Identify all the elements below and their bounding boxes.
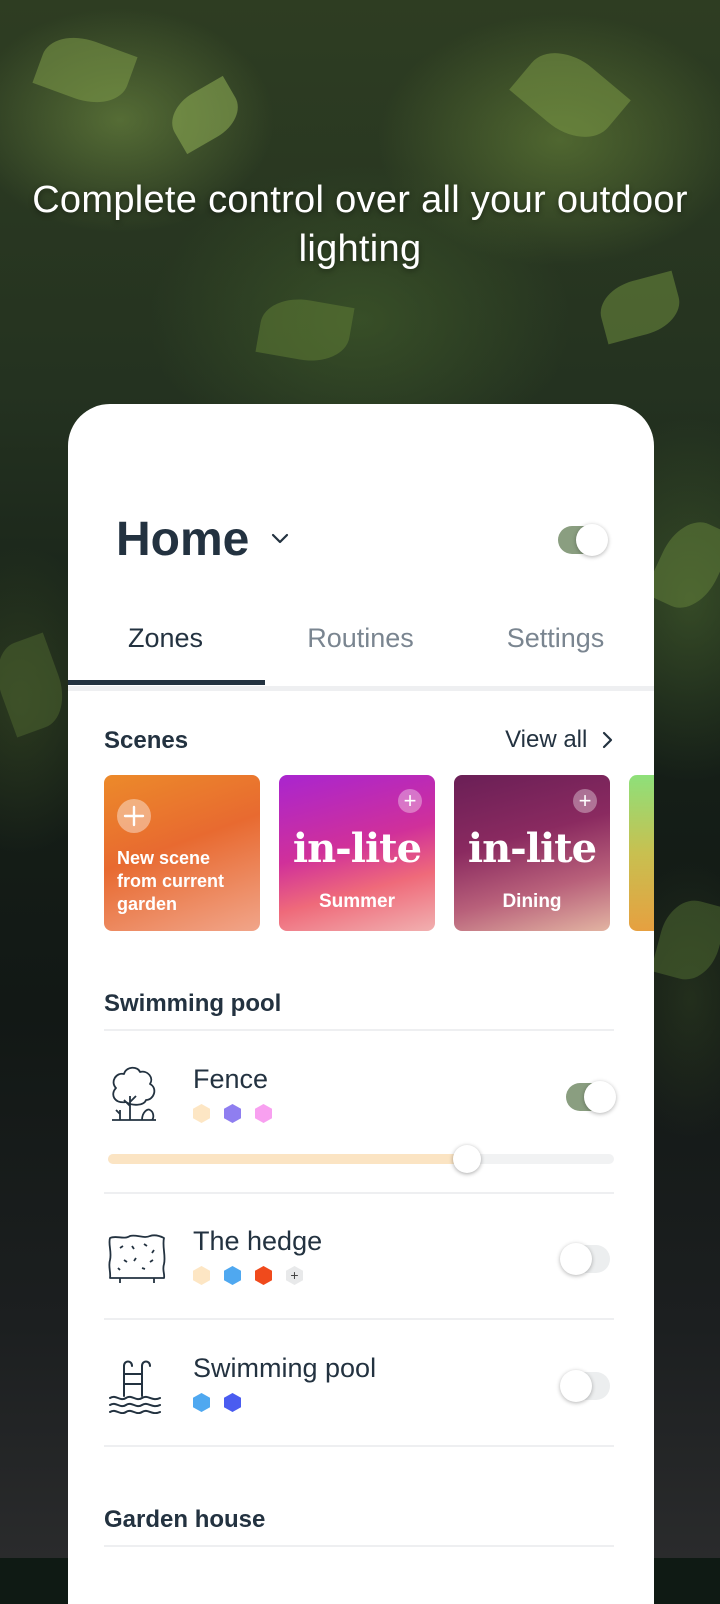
view-all-label: View all bbox=[505, 726, 588, 753]
divider bbox=[104, 1318, 614, 1320]
active-tab-indicator bbox=[68, 680, 265, 685]
zone-name: Swimming pool bbox=[193, 1353, 377, 1383]
group-title-swimming-pool: Swimming pool bbox=[104, 990, 282, 1017]
scene-name: Summer bbox=[318, 891, 396, 912]
add-icon[interactable]: + bbox=[573, 789, 597, 813]
scenes-title: Scenes bbox=[104, 727, 189, 754]
divider bbox=[104, 1445, 614, 1447]
color-hexagon bbox=[224, 1266, 241, 1285]
tab-bar: Zones Routines Settings bbox=[68, 610, 654, 691]
zone-toggle-the-hedge[interactable] bbox=[560, 1243, 610, 1275]
scene-card-dining[interactable]: + in-lite Dining bbox=[454, 775, 610, 931]
inlite-logo: in-lite bbox=[292, 825, 422, 872]
tab-zones[interactable]: Zones bbox=[68, 610, 263, 666]
pool-ladder-icon bbox=[109, 1360, 161, 1414]
zone-color-list bbox=[193, 1104, 286, 1123]
color-hexagon bbox=[255, 1104, 272, 1123]
zone-name: The hedge bbox=[193, 1226, 323, 1256]
tab-settings[interactable]: Settings bbox=[458, 610, 653, 666]
home-header: Home bbox=[116, 510, 608, 570]
color-hexagon bbox=[193, 1266, 210, 1285]
zone-toggle-fence[interactable] bbox=[566, 1081, 616, 1113]
tab-routines[interactable]: Routines bbox=[263, 610, 458, 666]
chevron-right-icon bbox=[602, 731, 613, 749]
brightness-slider[interactable] bbox=[108, 1145, 614, 1173]
chevron-down-icon[interactable] bbox=[270, 531, 290, 550]
headline: Complete control over all your outdoor l… bbox=[32, 179, 688, 270]
zone-color-list: + bbox=[193, 1266, 303, 1285]
zone-toggle-swimming-pool[interactable] bbox=[560, 1370, 610, 1402]
add-icon[interactable]: + bbox=[398, 789, 422, 813]
color-hexagon bbox=[255, 1266, 272, 1285]
color-hexagon bbox=[193, 1393, 210, 1412]
color-hexagon bbox=[224, 1393, 241, 1412]
new-scene-label: New scene from current garden bbox=[117, 848, 225, 914]
divider bbox=[104, 1192, 614, 1194]
group-title-garden-house: Garden house bbox=[104, 1506, 266, 1533]
divider bbox=[104, 1545, 614, 1547]
color-hexagon bbox=[193, 1104, 210, 1123]
scene-card-partial[interactable] bbox=[629, 775, 654, 931]
view-all-link[interactable]: View all bbox=[505, 726, 614, 754]
zone-color-list bbox=[193, 1393, 255, 1412]
divider bbox=[104, 1029, 614, 1031]
color-hexagon bbox=[224, 1104, 241, 1123]
scene-card-summer[interactable]: + in-lite Summer bbox=[279, 775, 435, 931]
inlite-logo: in-lite bbox=[467, 825, 597, 872]
tree-icon bbox=[112, 1066, 156, 1121]
home-master-toggle[interactable] bbox=[558, 524, 608, 556]
more-colors-badge: + bbox=[286, 1266, 303, 1285]
brightness-slider-fill bbox=[108, 1154, 468, 1164]
add-icon bbox=[117, 799, 151, 833]
brightness-slider-thumb[interactable] bbox=[453, 1145, 482, 1173]
scene-name: Dining bbox=[502, 891, 562, 912]
home-title[interactable]: Home bbox=[116, 510, 249, 570]
scene-card-new[interactable]: New scene from current garden bbox=[104, 775, 260, 931]
zone-name: Fence bbox=[193, 1064, 269, 1094]
home-card: Home Zones Routines Settings Scenes View… bbox=[68, 404, 654, 1604]
hedge-icon bbox=[108, 1234, 166, 1283]
